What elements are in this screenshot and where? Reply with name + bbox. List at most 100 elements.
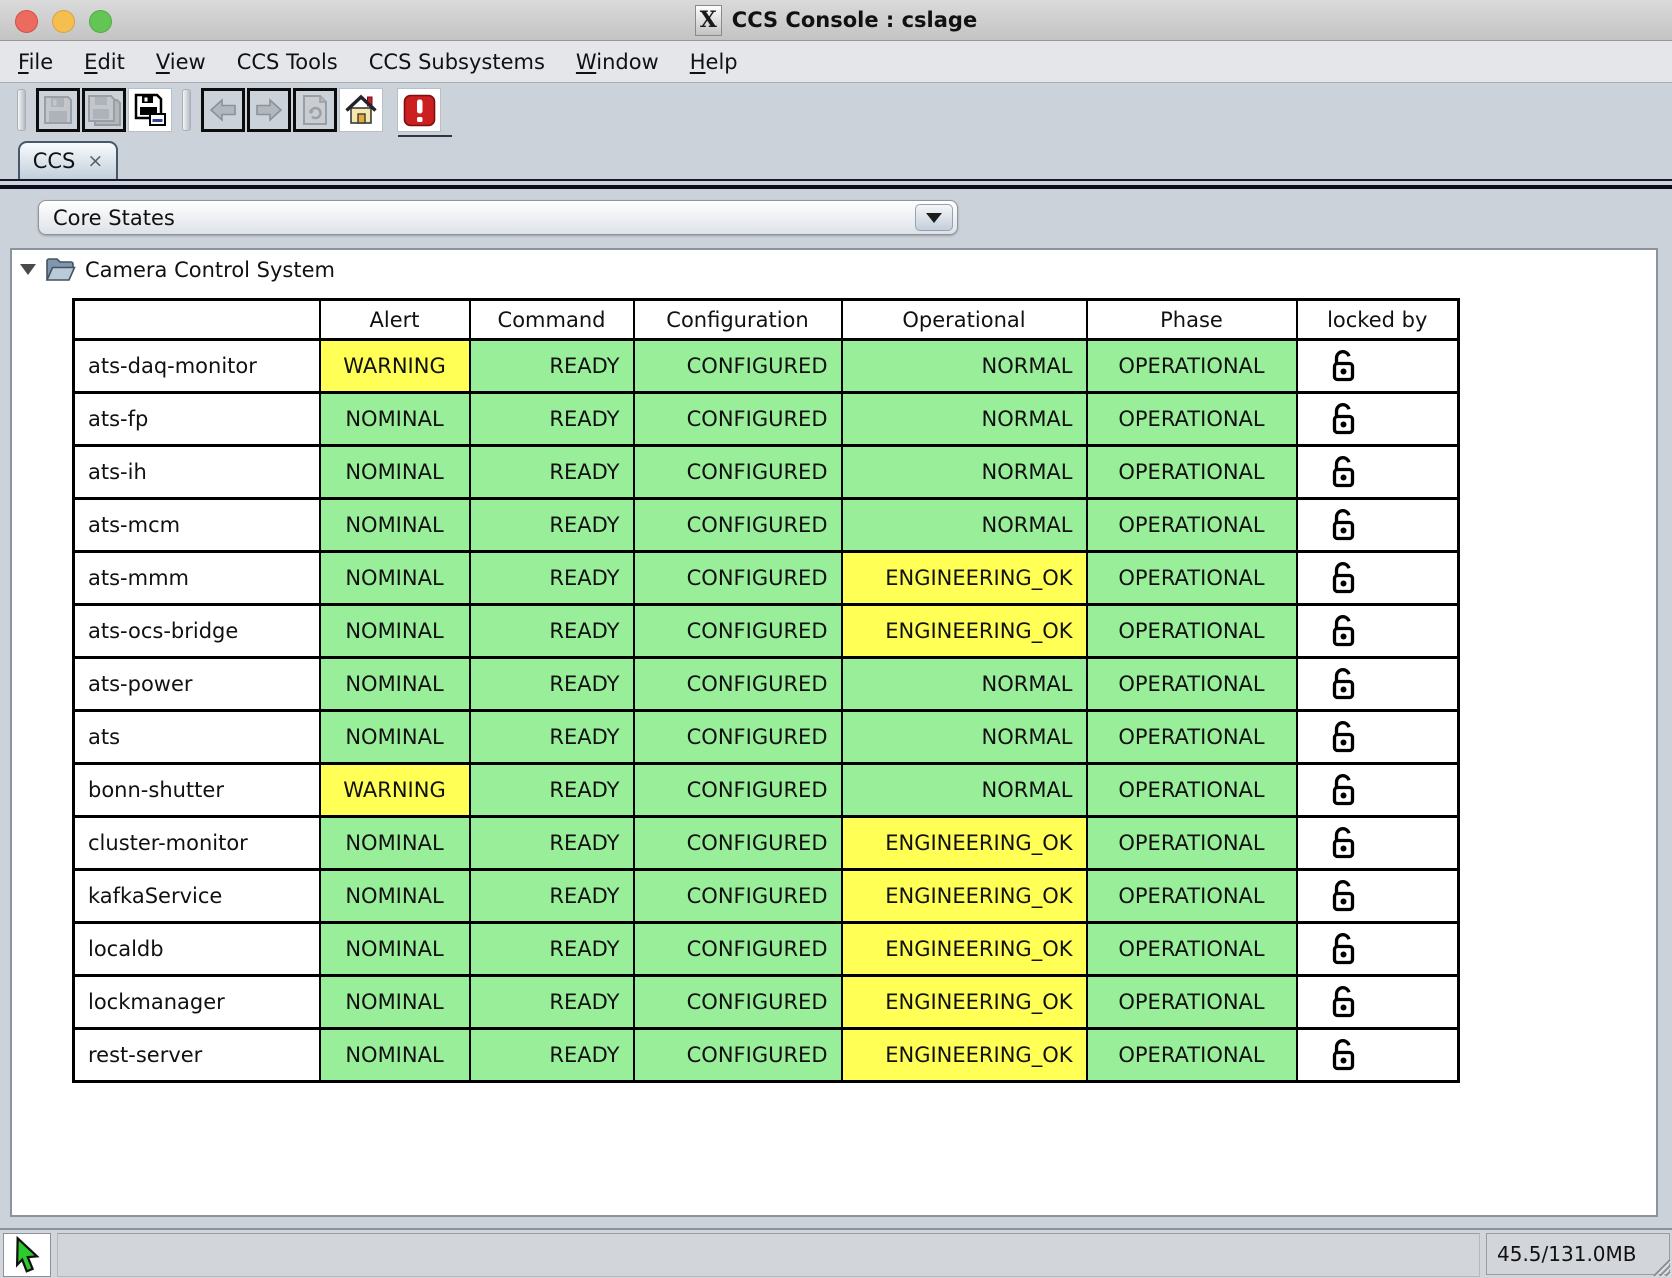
operational-state-cell: ENGINEERING_OK xyxy=(842,976,1087,1029)
table-row: bonn-shutterWARNINGREADYCONFIGUREDNORMAL… xyxy=(74,764,1459,817)
tab-close-icon[interactable]: × xyxy=(87,152,103,171)
column-header-name xyxy=(74,300,320,340)
tab-panel-divider xyxy=(0,179,1672,181)
status-message-area xyxy=(57,1233,1480,1277)
alert-state-cell: WARNING xyxy=(320,340,470,393)
view-selector-dropdown[interactable]: Core States xyxy=(38,200,958,235)
arrow-right-icon xyxy=(254,95,284,125)
locked-by-cell xyxy=(1297,764,1459,817)
command-state-cell: READY xyxy=(470,340,634,393)
table-row: ats-mmmNOMINALREADYCONFIGUREDENGINEERING… xyxy=(74,552,1459,605)
menu-file[interactable]: File xyxy=(18,50,53,74)
ccs-console-window: X CCS Console : cslage File Edit View CCS T… xyxy=(0,0,1672,1278)
operational-state-cell: NORMAL xyxy=(842,340,1087,393)
subsystem-name-cell: ats-ocs-bridge xyxy=(74,605,320,658)
subsystem-name-cell: rest-server xyxy=(74,1029,320,1082)
table-body: ats-daq-monitorWARNINGREADYCONFIGUREDNOR… xyxy=(74,340,1459,1082)
phase-state-cell: OPERATIONAL xyxy=(1087,1029,1297,1082)
export-button[interactable] xyxy=(128,88,172,132)
phase-state-cell: OPERATIONAL xyxy=(1087,764,1297,817)
floppy-export-icon xyxy=(133,93,167,127)
tab-label: CCS xyxy=(33,149,76,173)
alert-exclamation-icon xyxy=(403,94,436,127)
save-all-button[interactable] xyxy=(82,88,126,132)
tree-expander-icon[interactable] xyxy=(20,264,36,275)
alert-state-cell: NOMINAL xyxy=(320,711,470,764)
command-state-cell: READY xyxy=(470,552,634,605)
configuration-state-cell: CONFIGURED xyxy=(634,976,842,1029)
alert-state-cell: NOMINAL xyxy=(320,923,470,976)
toolbar xyxy=(0,83,1672,137)
command-state-cell: READY xyxy=(470,1029,634,1082)
locked-by-cell xyxy=(1297,711,1459,764)
alert-state-cell: NOMINAL xyxy=(320,499,470,552)
menu-window[interactable]: Window xyxy=(576,50,659,74)
column-header-phase: Phase xyxy=(1087,300,1297,340)
phase-state-cell: OPERATIONAL xyxy=(1087,817,1297,870)
command-state-cell: READY xyxy=(470,764,634,817)
configuration-state-cell: CONFIGURED xyxy=(634,870,842,923)
subsystem-name-cell: localdb xyxy=(74,923,320,976)
content-panel: Camera Control System AlertCommandConfig… xyxy=(10,248,1658,1217)
menu-help[interactable]: Help xyxy=(690,50,738,74)
subsystem-name-cell: cluster-monitor xyxy=(74,817,320,870)
operational-state-cell: ENGINEERING_OK xyxy=(842,923,1087,976)
command-state-cell: READY xyxy=(470,711,634,764)
command-state-cell: READY xyxy=(470,499,634,552)
phase-state-cell: OPERATIONAL xyxy=(1087,499,1297,552)
alert-state-cell: WARNING xyxy=(320,764,470,817)
command-state-cell: READY xyxy=(470,605,634,658)
operational-state-cell: NORMAL xyxy=(842,764,1087,817)
view-selector-value: Core States xyxy=(53,206,175,230)
title-bar: X CCS Console : cslage xyxy=(0,0,1672,41)
table-row: lockmanagerNOMINALREADYCONFIGUREDENGINEE… xyxy=(74,976,1459,1029)
menu-view[interactable]: View xyxy=(156,50,206,74)
configuration-state-cell: CONFIGURED xyxy=(634,446,842,499)
command-state-cell: READY xyxy=(470,923,634,976)
refresh-button[interactable] xyxy=(293,88,337,132)
alert-state-cell: NOMINAL xyxy=(320,552,470,605)
green-pointer-icon xyxy=(11,1236,43,1274)
unlock-icon xyxy=(1326,1037,1360,1073)
subsystem-name-cell: ats-mmm xyxy=(74,552,320,605)
alert-state-cell: NOMINAL xyxy=(320,658,470,711)
unlock-icon xyxy=(1326,878,1360,914)
unlock-icon xyxy=(1326,825,1360,861)
tab-panel-divider-shadow xyxy=(0,185,1672,189)
command-state-cell: READY xyxy=(470,870,634,923)
table-row: localdbNOMINALREADYCONFIGUREDENGINEERING… xyxy=(74,923,1459,976)
alert-state-cell: NOMINAL xyxy=(320,870,470,923)
table-row: cluster-monitorNOMINALREADYCONFIGUREDENG… xyxy=(74,817,1459,870)
menu-ccs-tools[interactable]: CCS Tools xyxy=(237,50,338,74)
phase-state-cell: OPERATIONAL xyxy=(1087,976,1297,1029)
locked-by-cell xyxy=(1297,499,1459,552)
command-state-cell: READY xyxy=(470,446,634,499)
toolbar-gripper xyxy=(182,89,191,131)
save-button[interactable] xyxy=(36,88,80,132)
back-button[interactable] xyxy=(201,88,245,132)
unlock-icon xyxy=(1326,560,1360,596)
table-row: ats-ocs-bridgeNOMINALREADYCONFIGUREDENGI… xyxy=(74,605,1459,658)
tab-ccs[interactable]: CCS × xyxy=(18,141,118,179)
toolbar-gripper xyxy=(17,89,26,131)
column-header-operational: Operational xyxy=(842,300,1087,340)
resize-grip[interactable] xyxy=(1646,1252,1672,1278)
memory-usage-indicator[interactable]: 45.5/131.0MB xyxy=(1486,1233,1670,1275)
menu-ccs-subsystems[interactable]: CCS Subsystems xyxy=(369,50,545,74)
locked-by-cell xyxy=(1297,1029,1459,1082)
dropdown-button[interactable] xyxy=(915,204,953,231)
menu-edit[interactable]: Edit xyxy=(84,50,125,74)
forward-button[interactable] xyxy=(247,88,291,132)
cursor-mode-box[interactable] xyxy=(3,1233,51,1277)
configuration-state-cell: CONFIGURED xyxy=(634,393,842,446)
alerts-button[interactable] xyxy=(397,88,441,132)
configuration-state-cell: CONFIGURED xyxy=(634,817,842,870)
operational-state-cell: NORMAL xyxy=(842,446,1087,499)
operational-state-cell: NORMAL xyxy=(842,499,1087,552)
alert-state-cell: NOMINAL xyxy=(320,817,470,870)
tree-node-camera-control-system[interactable]: Camera Control System xyxy=(20,256,335,283)
configuration-state-cell: CONFIGURED xyxy=(634,711,842,764)
table-row: ats-mcmNOMINALREADYCONFIGUREDNORMALOPERA… xyxy=(74,499,1459,552)
home-button[interactable] xyxy=(339,88,383,132)
locked-by-cell xyxy=(1297,340,1459,393)
